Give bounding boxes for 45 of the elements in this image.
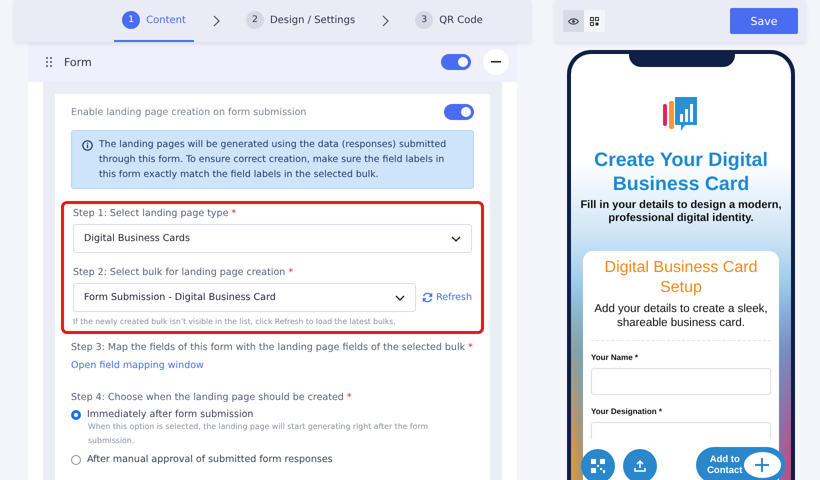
chevron-down-icon xyxy=(451,236,461,242)
info-text: The landing pages will be generated using the data (responses) submitted through this form. To ensure correct creation, make sure the field labels in this form exactly match the field labels in the selected bulk. xyxy=(99,138,448,182)
drag-handle-icon[interactable] xyxy=(46,57,52,67)
dropdown[interactable]: Form Submission - Digital Business Card xyxy=(73,283,416,312)
chevron-down-icon xyxy=(395,294,406,300)
field-label: Your Designation * xyxy=(591,407,663,416)
card-title: Digital Business Card Setup xyxy=(604,258,758,298)
option-label: Immediately after form submission xyxy=(87,409,254,420)
field-label: Your Name * xyxy=(591,353,639,362)
input-field[interactable] xyxy=(591,368,771,395)
field-label: Step 4: Choose when the landing page should be created * xyxy=(71,392,353,403)
field-label: Step 2: Select bulk for landing page creation * xyxy=(73,267,294,278)
qr-code-icon xyxy=(591,459,605,473)
qr-code-icon xyxy=(590,16,599,26)
field-label: Step 1: Select landing page type * xyxy=(73,208,238,219)
radio-button[interactable] xyxy=(71,454,81,464)
field-label: Step 3: Map the fields of this form with the landing page fields of the selected bulk * xyxy=(71,342,474,353)
toggle-switch[interactable] xyxy=(444,104,474,120)
step-tab[interactable]: 3 QR Code xyxy=(407,0,491,42)
page-heading: Create Your Digital Business Card xyxy=(593,148,769,196)
view-toggle[interactable] xyxy=(563,10,584,32)
card-subtitle: Add your details to create a sleek, shareable business card. xyxy=(591,302,771,341)
add-contact-button[interactable]: Add to Contact xyxy=(696,447,785,480)
collapse-button[interactable] xyxy=(483,49,509,75)
field-mapping-link[interactable]: Open field mapping window xyxy=(71,360,204,371)
radio-button[interactable] xyxy=(71,410,81,420)
page-subheading: Fill in your details to design a modern, professional digital identity. xyxy=(579,199,783,225)
chevron-right-icon xyxy=(212,15,220,27)
refresh-button[interactable]: Refresh xyxy=(422,292,472,303)
setting-label: Enable landing page creation on form submission xyxy=(71,106,306,118)
plus-icon xyxy=(755,458,770,472)
chevron-right-icon xyxy=(381,15,390,27)
section-title: Form xyxy=(64,56,93,68)
info-icon xyxy=(82,140,93,151)
option-label: After manual approval of submitted form responses xyxy=(87,454,333,465)
upload-icon xyxy=(634,460,646,472)
input-field[interactable] xyxy=(591,422,771,439)
save-button[interactable]: Save xyxy=(730,8,798,34)
toggle-switch[interactable] xyxy=(441,54,471,70)
minus-icon xyxy=(491,61,501,63)
view-toggle[interactable] xyxy=(584,10,605,32)
dropdown[interactable]: Digital Business Cards xyxy=(73,224,472,253)
eye-icon xyxy=(568,18,579,24)
refresh-icon xyxy=(422,292,434,303)
step-tab[interactable]: 2 Design / Settings xyxy=(238,0,364,42)
